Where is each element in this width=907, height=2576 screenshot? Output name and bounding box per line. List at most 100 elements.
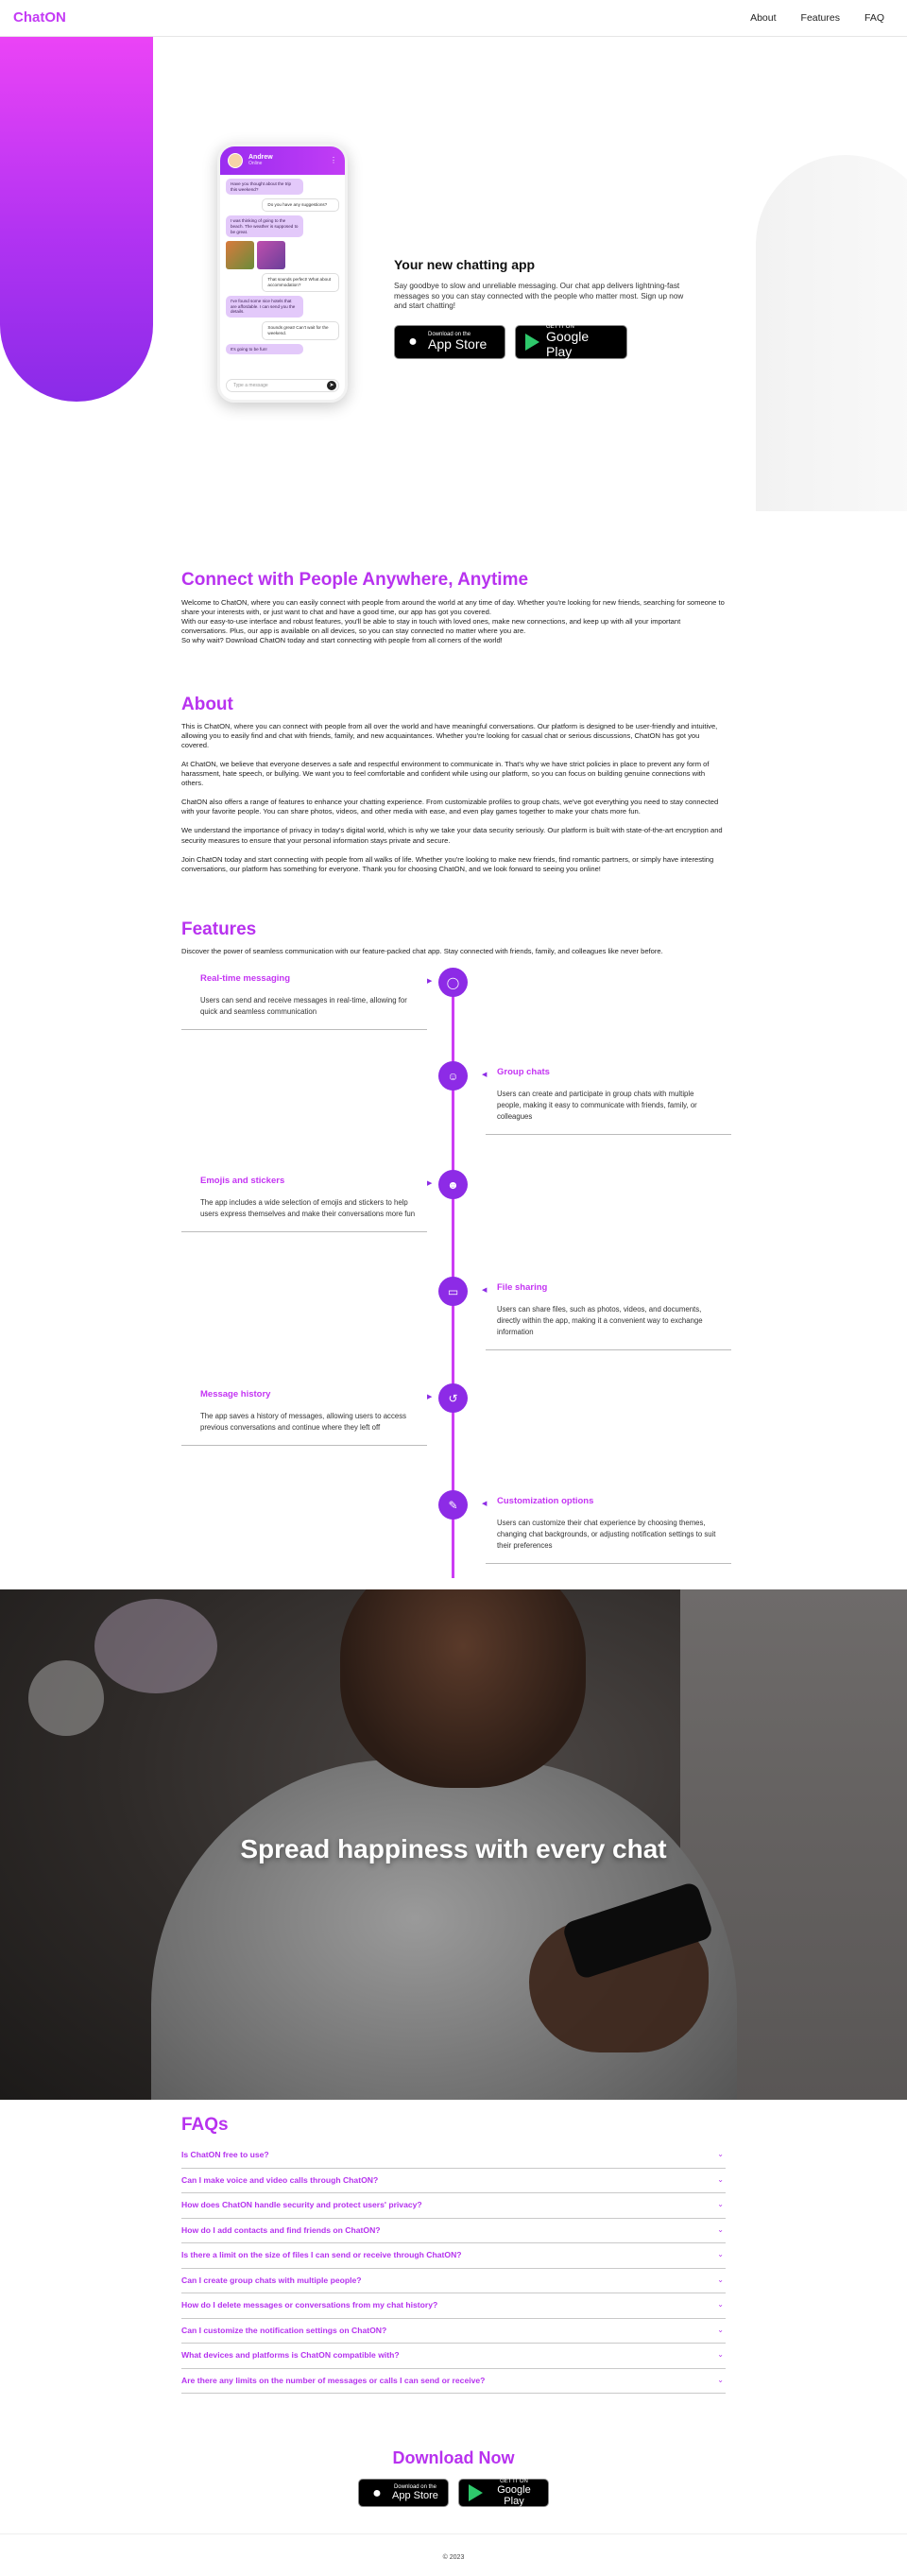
- chevron-down-icon: ⌄: [717, 2150, 724, 2159]
- chat-bubble-outgoing: That sounds perfect! What about accommod…: [262, 273, 339, 292]
- about-title: About: [181, 694, 233, 714]
- feature-title: File sharing: [497, 1282, 548, 1294]
- faq-question: How does ChatON handle security and prot…: [181, 2200, 422, 2210]
- faq-item[interactable]: Is there a limit on the size of files I …: [181, 2243, 726, 2269]
- app-store-button[interactable]: ● Download on the App Store: [358, 2479, 449, 2508]
- about-paragraph: This is ChatON, where you can connect wi…: [181, 722, 718, 750]
- faq-section: FAQs Is ChatON free to use? ⌄ Can I make …: [181, 2100, 726, 2395]
- faq-title: FAQs: [181, 2115, 229, 2136]
- faq-item[interactable]: How does ChatON handle security and prot…: [181, 2193, 726, 2219]
- chat-bubble-outgoing: Sounds great! Can't wait for the weekend…: [262, 321, 339, 340]
- google-play-icon: [525, 333, 539, 351]
- nav-link-faq[interactable]: FAQ: [864, 11, 884, 25]
- banner-text: Spread happiness with every chat: [240, 1834, 667, 1864]
- avatar: [228, 153, 243, 168]
- features-title: Features: [181, 919, 257, 939]
- happiness-banner: Spread happiness with every chat: [0, 1589, 907, 2101]
- google-play-button[interactable]: GET IT ON Google Play: [458, 2479, 549, 2508]
- faq-question: Is there a limit on the size of files I …: [181, 2250, 462, 2260]
- faq-question: What devices and platforms is ChatON com…: [181, 2350, 400, 2361]
- feature-text: The app includes a wide selection of emo…: [200, 1198, 416, 1219]
- phone-chat-header: Andrew Online ⋮: [220, 146, 345, 175]
- feature-title: Message history: [200, 1389, 271, 1400]
- feature-text: The app saves a history of messages, all…: [200, 1412, 406, 1433]
- feature-card: Group chats Users can create and partici…: [486, 1067, 731, 1136]
- chat-bubble-incoming: I was thinking of going to the beach. Th…: [226, 215, 303, 238]
- shared-photo: [226, 241, 254, 270]
- nav-link-features[interactable]: Features: [801, 11, 840, 25]
- google-play-label: Google Play: [546, 329, 590, 359]
- feature-card: Emojis and stickers The app includes a w…: [181, 1176, 427, 1233]
- hero-text: Your new chatting app Say goodbye to slo…: [394, 256, 696, 359]
- faq-item[interactable]: Can I make voice and video calls through…: [181, 2169, 726, 2194]
- google-play-label: Google Play: [497, 2484, 531, 2508]
- feature-text: Users can send and receive messages in r…: [200, 996, 407, 1017]
- google-play-icon: [469, 2484, 483, 2502]
- chevron-down-icon: ⌄: [717, 2200, 724, 2209]
- phone-message-input: Type a message ➤: [226, 379, 339, 392]
- more-options-icon: ⋮: [330, 155, 337, 164]
- arrow-right-icon: ▶: [427, 978, 433, 986]
- store-buttons: ● Download on the App Store GET IT ON Go…: [0, 2479, 907, 2508]
- folder-share-icon: ▭: [438, 1277, 468, 1307]
- hero-section: Andrew Online ⋮ Have you thought about t…: [0, 37, 907, 511]
- nav-link-about[interactable]: About: [750, 11, 776, 25]
- shared-photos: [226, 241, 339, 270]
- faq-item[interactable]: Are there any limits on the number of me…: [181, 2369, 726, 2395]
- chevron-down-icon: ⌄: [717, 2275, 724, 2284]
- arrow-right-icon: ▶: [427, 1180, 433, 1188]
- chat-bubble-incoming: It's going to be fun!: [226, 343, 303, 355]
- google-play-button[interactable]: GET IT ON Google Play: [515, 324, 627, 359]
- connect-line: So why wait? Download ChatON today and s…: [181, 635, 503, 644]
- apple-icon: ●: [372, 2484, 382, 2501]
- feature-card: Customization options Users can customiz…: [486, 1496, 731, 1565]
- faq-item[interactable]: Can I customize the notification setting…: [181, 2319, 726, 2344]
- contact-status: Online: [248, 161, 263, 167]
- about-section: About This is ChatON, where you can conn…: [181, 645, 726, 874]
- faq-item[interactable]: How do I add contacts and find friends o…: [181, 2219, 726, 2244]
- app-store-button[interactable]: ● Download on the App Store: [394, 324, 505, 359]
- logo[interactable]: ChatON: [13, 9, 66, 27]
- about-paragraph: We understand the importance of privacy …: [181, 826, 723, 845]
- feature-card: File sharing Users can share files, such…: [486, 1282, 731, 1351]
- feature-text: Users can create and participate in grou…: [497, 1090, 697, 1122]
- history-icon: ↺: [438, 1383, 468, 1414]
- chevron-down-icon: ⌄: [717, 2250, 724, 2259]
- features-intro: Discover the power of seamless communica…: [181, 947, 663, 956]
- about-paragraph: ChatON also offers a range of features t…: [181, 798, 719, 816]
- apple-icon: ●: [408, 334, 418, 351]
- feature-title: Group chats: [497, 1067, 550, 1078]
- chat-bubble-incoming: I've found some nice hotels that are aff…: [226, 295, 303, 318]
- hero-title: Your new chatting app: [394, 257, 536, 272]
- copyright-text: © 2023: [442, 2554, 465, 2562]
- feature-card: Real-time messaging Users can send and r…: [181, 973, 427, 1031]
- features-timeline: ◯ ▶ Real-time messaging Users can send a…: [181, 968, 731, 1584]
- faq-item[interactable]: Is ChatON free to use? ⌄: [181, 2143, 726, 2169]
- features-section: Features Discover the power of seamless …: [181, 884, 731, 1585]
- phone-mockup: Andrew Online ⋮ Have you thought about t…: [217, 144, 348, 403]
- faq-question: How do I delete messages or conversation…: [181, 2300, 438, 2310]
- connect-line: Welcome to ChatON, where you can easily …: [181, 597, 725, 616]
- hero-gradient-shape: [0, 37, 153, 402]
- feature-title: Emojis and stickers: [200, 1176, 285, 1187]
- download-section: Download Now ● Download on the App Store…: [0, 2394, 907, 2508]
- faq-question: How do I add contacts and find friends o…: [181, 2224, 381, 2235]
- send-icon: ➤: [327, 381, 336, 390]
- app-store-label: App Store: [392, 2490, 438, 2502]
- chat-bubble-incoming: Have you thought about the trip this wee…: [226, 179, 303, 196]
- faq-item[interactable]: Can I create group chats with multiple p…: [181, 2269, 726, 2294]
- footer: © 2023: [0, 2533, 907, 2575]
- group-icon: ☺: [438, 1061, 468, 1091]
- chevron-down-icon: ⌄: [717, 2350, 724, 2360]
- faq-question: Is ChatON free to use?: [181, 2150, 269, 2160]
- chat-bubble-outgoing: Do you have any suggestions?: [262, 198, 339, 213]
- store-buttons: ● Download on the App Store GET IT ON Go…: [394, 324, 696, 359]
- connect-section: Connect with People Anywhere, Anytime We…: [181, 511, 726, 645]
- banner-bokeh: [28, 1660, 104, 1737]
- faq-item[interactable]: What devices and platforms is ChatON com…: [181, 2344, 726, 2369]
- chevron-down-icon: ⌄: [717, 2224, 724, 2234]
- phone-chat-body: Have you thought about the trip this wee…: [220, 175, 345, 362]
- chevron-down-icon: ⌄: [717, 2300, 724, 2310]
- faq-item[interactable]: How do I delete messages or conversation…: [181, 2293, 726, 2319]
- chat-bubble-icon: ◯: [438, 968, 468, 998]
